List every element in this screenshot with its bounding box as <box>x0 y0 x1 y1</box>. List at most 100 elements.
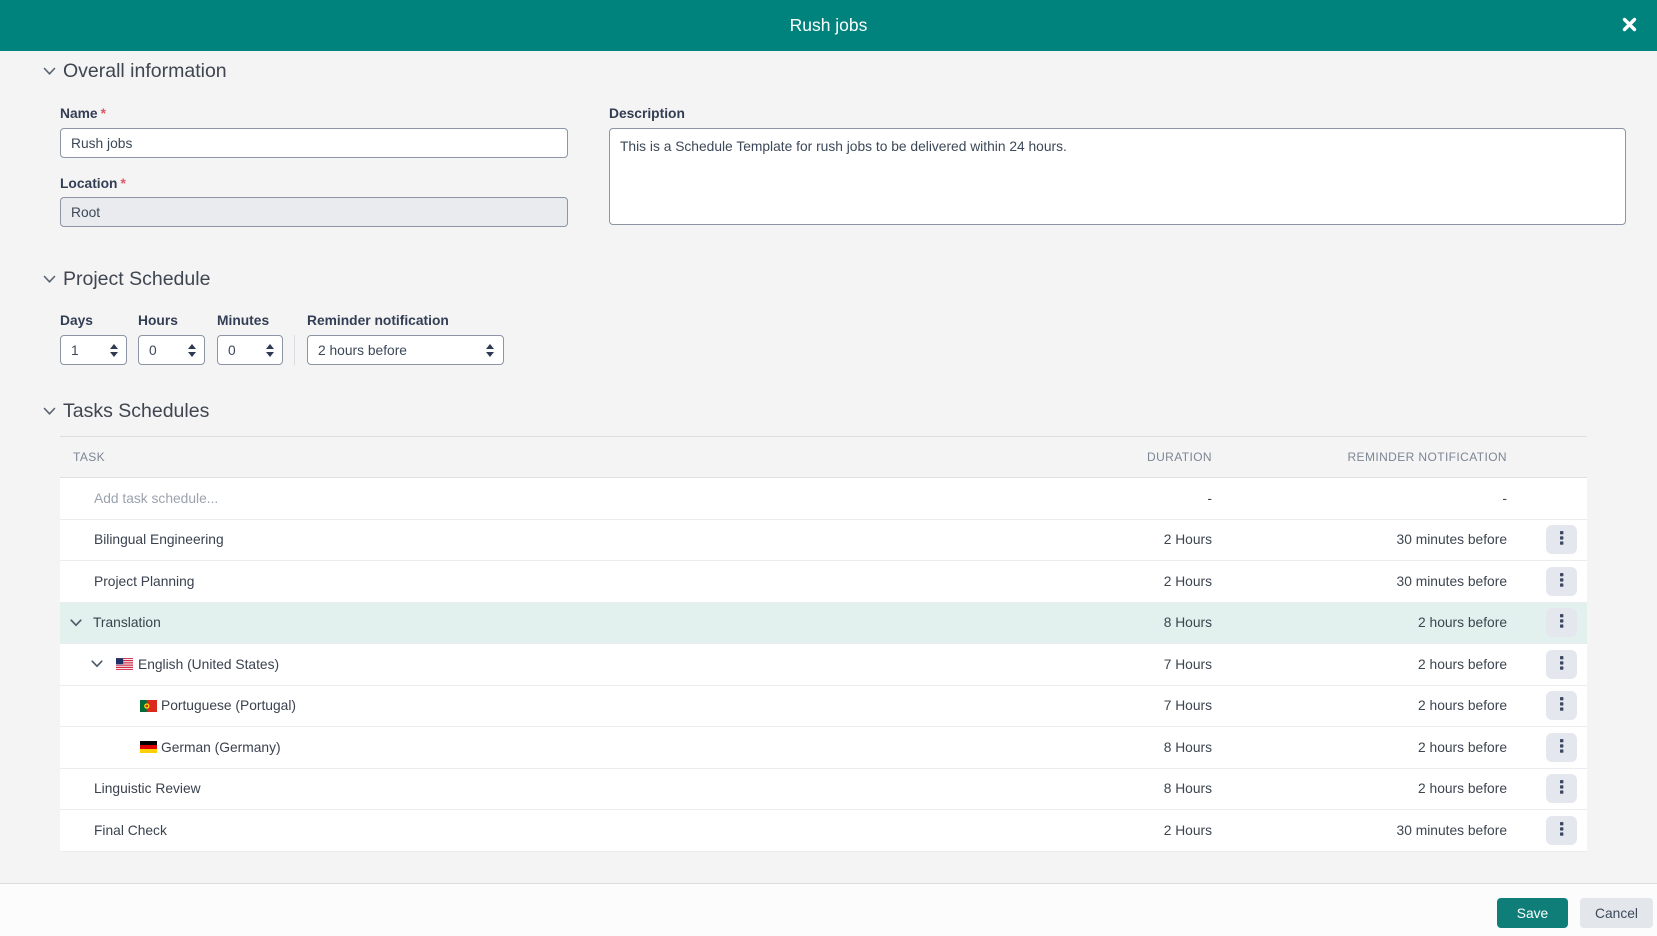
section-title: Overall information <box>63 60 227 82</box>
days-label: Days <box>60 313 93 328</box>
task-row[interactable]: Translation 8 Hours 2 hours before <box>60 602 1587 644</box>
row-actions-button[interactable] <box>1546 732 1577 762</box>
chevron-down-icon[interactable] <box>70 619 82 627</box>
task-duration: 7 Hours <box>1163 656 1212 672</box>
task-name: Portuguese (Portugal) <box>161 698 296 714</box>
flag-us-icon <box>116 658 133 671</box>
close-button[interactable] <box>1611 0 1647 51</box>
task-schedule-table: TASK DURATION REMINDER NOTIFICATION Add … <box>60 436 1587 852</box>
task-duration: 2 Hours <box>1163 573 1212 589</box>
task-duration: 8 Hours <box>1163 739 1212 755</box>
task-duration: 2 Hours <box>1163 822 1212 838</box>
task-duration: 8 Hours <box>1163 615 1212 631</box>
row-actions-button[interactable] <box>1546 649 1577 679</box>
task-reminder: 2 hours before <box>1418 698 1507 714</box>
task-name: Bilingual Engineering <box>94 532 224 548</box>
description-label: Description <box>609 106 685 121</box>
task-reminder: 2 hours before <box>1418 781 1507 797</box>
row-actions-button[interactable] <box>1546 815 1577 845</box>
chevron-down-icon[interactable] <box>91 660 103 668</box>
stepper-arrows-icon[interactable] <box>110 343 118 357</box>
hours-input[interactable] <box>149 342 188 358</box>
add-task-input[interactable]: Add task schedule... <box>60 491 1052 506</box>
task-reminder: 2 hours before <box>1418 739 1507 755</box>
table-header-row: TASK DURATION REMINDER NOTIFICATION <box>60 436 1587 478</box>
chevron-down-icon <box>43 67 56 76</box>
field-divider <box>294 335 295 365</box>
task-reminder: 30 minutes before <box>1396 822 1507 838</box>
required-asterisk: * <box>120 176 126 191</box>
task-row[interactable]: German (Germany) 8 Hours 2 hours before <box>60 727 1587 769</box>
flag-de-icon <box>140 741 157 754</box>
flag-pt-icon <box>140 699 157 712</box>
task-table-body: Add task schedule... - - Bilingual Engineer… <box>60 478 1587 852</box>
task-row[interactable]: Linguistic Review 8 Hours 2 hours before <box>60 768 1587 810</box>
add-task-row[interactable]: Add task schedule... - - <box>60 478 1587 520</box>
cancel-button[interactable]: Cancel <box>1580 898 1653 928</box>
task-reminder: 2 hours before <box>1418 656 1507 672</box>
task-name: English (United States) <box>138 656 280 672</box>
task-reminder: 2 hours before <box>1418 615 1507 631</box>
kebab-icon <box>1559 780 1564 797</box>
task-row[interactable]: Final Check 2 Hours 30 minutes before <box>60 810 1587 852</box>
modal-header: Rush jobs <box>0 0 1657 51</box>
task-row[interactable]: Portuguese (Portugal) 7 Hours 2 hours befo… <box>60 685 1587 727</box>
column-header-task: TASK <box>73 450 106 464</box>
task-duration: 8 Hours <box>1163 781 1212 797</box>
task-duration: 2 Hours <box>1163 532 1212 548</box>
section-project-schedule[interactable]: Project Schedule <box>43 268 210 291</box>
task-name: Final Check <box>94 822 167 838</box>
save-button[interactable]: Save <box>1497 898 1568 928</box>
task-name: German (Germany) <box>161 739 281 755</box>
kebab-icon <box>1559 572 1564 590</box>
minutes-stepper[interactable] <box>217 335 283 365</box>
column-header-duration: DURATION <box>1147 450 1212 464</box>
hours-stepper[interactable] <box>138 335 205 365</box>
section-tasks-schedules[interactable]: Tasks Schedules <box>43 400 209 423</box>
reminder-selected-value: 2 hours before <box>318 342 407 358</box>
task-name: Project Planning <box>94 573 195 589</box>
required-asterisk: * <box>100 106 106 121</box>
minutes-input[interactable] <box>228 342 266 358</box>
add-task-duration: - <box>1207 490 1212 506</box>
name-label: Name * <box>60 106 106 121</box>
reminder-select[interactable]: 2 hours before <box>307 335 504 365</box>
location-input[interactable] <box>60 197 568 227</box>
stepper-arrows-icon[interactable] <box>266 343 274 357</box>
kebab-icon <box>1559 697 1564 714</box>
row-actions-button[interactable] <box>1546 608 1577 638</box>
reminder-label: Reminder notification <box>307 313 449 328</box>
row-actions-button[interactable] <box>1546 691 1577 721</box>
name-input[interactable] <box>60 128 568 158</box>
hours-label: Hours <box>138 313 178 328</box>
task-row[interactable]: Project Planning 2 Hours 30 minutes before <box>60 561 1587 603</box>
column-header-reminder: REMINDER NOTIFICATION <box>1347 450 1507 464</box>
row-actions-button[interactable] <box>1546 774 1577 804</box>
task-reminder: 30 minutes before <box>1396 532 1507 548</box>
add-task-reminder: - <box>1502 490 1507 506</box>
days-input[interactable] <box>71 342 110 358</box>
minutes-label: Minutes <box>217 313 270 328</box>
task-row[interactable]: Bilingual Engineering 2 Hours 30 minutes b… <box>60 519 1587 561</box>
kebab-icon <box>1559 738 1564 756</box>
chevron-down-icon <box>43 275 56 284</box>
row-actions-button[interactable] <box>1546 566 1577 596</box>
description-textarea[interactable]: This is a Schedule Template for rush job… <box>609 128 1626 225</box>
task-name: Linguistic Review <box>94 781 201 797</box>
select-arrows-icon <box>486 343 494 357</box>
section-title: Tasks Schedules <box>63 400 210 422</box>
task-row[interactable]: English (United States) 7 Hours 2 hours be… <box>60 644 1587 686</box>
kebab-icon <box>1559 821 1564 839</box>
task-name: Translation <box>93 615 161 631</box>
close-icon <box>1622 17 1637 35</box>
section-title: Project Schedule <box>63 268 211 290</box>
stepper-arrows-icon[interactable] <box>188 343 196 357</box>
modal-title: Rush jobs <box>789 15 868 35</box>
kebab-icon <box>1559 531 1564 548</box>
section-overall-information[interactable]: Overall information <box>43 60 227 83</box>
kebab-icon <box>1559 655 1564 673</box>
chevron-down-icon <box>43 407 56 416</box>
row-actions-button[interactable] <box>1546 525 1577 555</box>
task-duration: 7 Hours <box>1163 698 1212 714</box>
days-stepper[interactable] <box>60 335 127 365</box>
